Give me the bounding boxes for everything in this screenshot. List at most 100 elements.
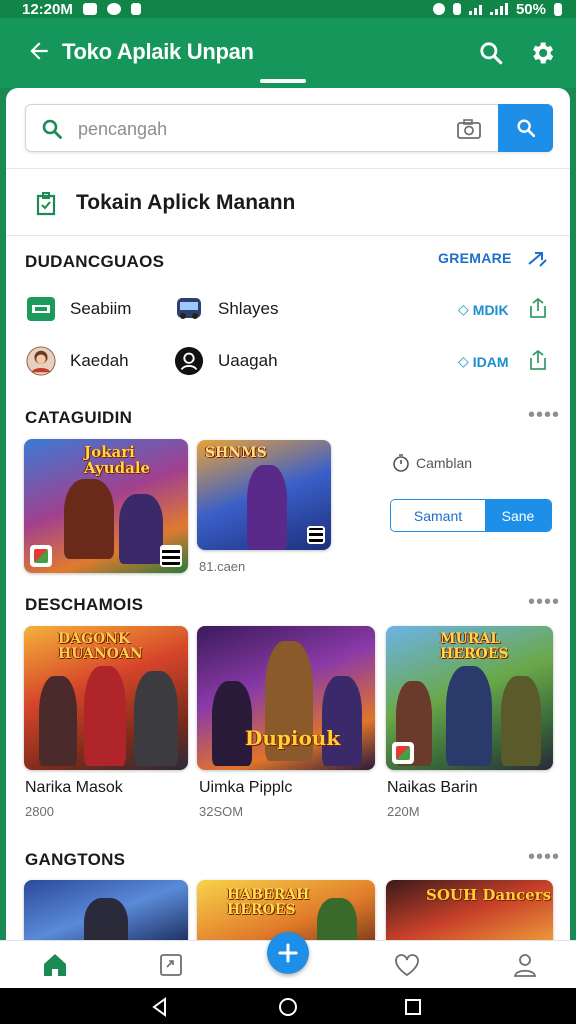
hero-figure	[39, 676, 77, 766]
section-title-categories: CATAGUIDIN	[25, 408, 133, 427]
game-art-title: SHNMS	[205, 445, 267, 461]
divider	[6, 168, 570, 169]
hero-figure	[501, 676, 541, 766]
recents-square-icon[interactable]	[403, 997, 423, 1017]
heart-icon[interactable]	[393, 951, 421, 979]
share-icon[interactable]	[527, 297, 549, 319]
hero-figure	[64, 479, 114, 559]
section-title-downloads: DUDANCGUAOS	[25, 252, 165, 271]
app-title: Toko Aplaik Unpan	[62, 39, 254, 64]
download-item-label: Kaedah	[70, 351, 129, 370]
more-options-icon[interactable]: ••••	[528, 591, 560, 614]
search-icon	[42, 119, 62, 139]
profile-icon[interactable]	[511, 951, 539, 979]
app-art-title: Dupiouk	[245, 726, 341, 750]
system-navigation-bar	[0, 988, 576, 1024]
section-title-trending: GANGTONS	[25, 850, 126, 869]
share-icon[interactable]	[527, 349, 549, 371]
hero-figure	[84, 898, 128, 946]
search-bar	[25, 104, 553, 152]
alarm-icon	[432, 3, 445, 15]
segmented-control: Samant Sane	[390, 499, 552, 532]
search-submit-button[interactable]	[498, 104, 553, 152]
game-tile[interactable]	[24, 880, 188, 946]
app-bar: Toko Aplaik Unpan	[0, 18, 576, 88]
game-size: 81.caen	[199, 559, 246, 574]
section-title-discover: DESCHAMOIS	[25, 595, 144, 614]
signal-icon	[489, 3, 508, 15]
vibrate-icon	[452, 3, 461, 15]
tag-badge: ◇ MDIK	[458, 301, 509, 318]
app-tile[interactable]: Dupiouk	[197, 626, 375, 770]
download-item[interactable]: Shlayes	[174, 294, 278, 324]
battery-icon	[554, 2, 562, 16]
store-title: Tokain Aplick Manann	[76, 191, 296, 214]
app-name: Naikas Barin	[387, 779, 478, 796]
home-icon[interactable]	[41, 951, 69, 979]
game-tile[interactable]: SOUH Dancers	[386, 880, 553, 946]
game-art-title: Jokari Ayudale	[84, 443, 151, 477]
segment-left[interactable]: Samant	[391, 500, 485, 531]
whatsapp-icon	[106, 3, 121, 15]
profile-circle-icon	[174, 346, 204, 376]
notification-icon	[82, 3, 97, 15]
camera-icon[interactable]	[456, 118, 482, 140]
hero-figure	[247, 465, 287, 550]
gear-icon[interactable]	[528, 39, 556, 67]
hero-figure	[84, 666, 126, 766]
download-item-label: Uaagah	[218, 351, 278, 370]
image-icon	[130, 3, 141, 15]
play-store-icon	[30, 545, 52, 567]
hero-figure	[212, 681, 252, 766]
hero-figure	[322, 676, 362, 766]
segment-right[interactable]: Sane	[485, 500, 551, 531]
app-tile[interactable]: DAGONK HUANOAN	[24, 626, 188, 770]
timer-icon	[393, 454, 409, 472]
wifi-icon	[468, 3, 482, 15]
status-bar: 12:20M 50%	[0, 0, 576, 18]
add-button[interactable]	[267, 932, 309, 974]
back-triangle-icon[interactable]	[150, 997, 170, 1017]
qr-code-icon	[160, 545, 182, 567]
see-more-link[interactable]: GREMARE	[438, 250, 512, 266]
arrow-right-icon[interactable]	[526, 248, 550, 270]
search-icon	[516, 119, 535, 138]
countdown: Camblan	[392, 454, 472, 472]
app-size: 32SOM	[199, 804, 244, 819]
search-icon[interactable]	[478, 40, 504, 66]
app-name: Narika Masok	[25, 779, 123, 796]
tag-icon: ◇	[458, 301, 469, 317]
qr-code-icon	[307, 526, 325, 544]
status-time: 12:20M	[22, 0, 73, 18]
back-arrow-icon[interactable]	[26, 38, 52, 64]
library-icon[interactable]	[157, 951, 185, 979]
avatar-icon	[26, 346, 56, 376]
download-item[interactable]: Uaagah	[174, 346, 278, 376]
hero-figure	[446, 666, 492, 766]
divider	[6, 235, 570, 236]
search-input[interactable]	[78, 115, 438, 143]
app-art-title: DAGONK HUANOAN	[58, 631, 143, 662]
more-options-icon[interactable]: ••••	[528, 846, 560, 869]
download-item[interactable]: Kaedah	[26, 346, 129, 376]
app-tile[interactable]: MURAL HEROES	[386, 626, 553, 770]
home-circle-icon[interactable]	[278, 997, 298, 1017]
game-tile[interactable]: Jokari Ayudale	[24, 439, 188, 573]
store-header[interactable]: Tokain Aplick Manann	[6, 172, 570, 236]
tab-indicator	[260, 79, 306, 83]
app-name: Uimka Pipplc	[199, 779, 293, 796]
download-item-label: Seabiim	[70, 299, 132, 318]
more-options-icon[interactable]: ••••	[528, 404, 560, 427]
card-icon	[26, 294, 56, 324]
game-tile[interactable]: SHNMS	[197, 440, 331, 550]
tag-icon: ◇	[458, 353, 469, 369]
battery-percent: 50%	[515, 0, 546, 18]
hero-figure	[317, 898, 357, 946]
download-item[interactable]: Seabiim	[26, 294, 131, 324]
game-art-title: SOUH Dancers	[426, 886, 552, 904]
download-item-label: Shlayes	[218, 299, 279, 318]
bus-icon	[174, 294, 204, 324]
hero-figure	[134, 671, 178, 766]
play-store-icon	[392, 742, 414, 764]
clipboard-icon	[36, 192, 56, 216]
